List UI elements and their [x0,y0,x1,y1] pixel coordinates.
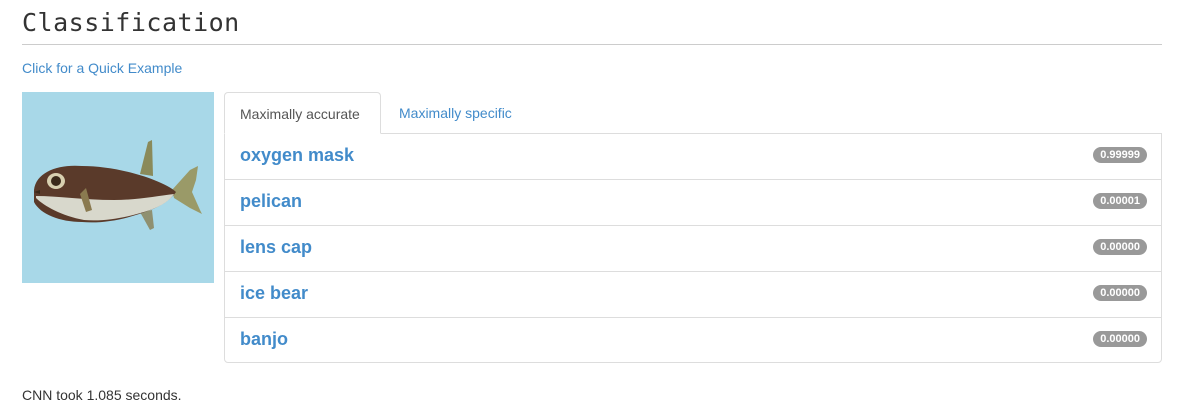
results-list: oxygen mask 0.99999 pelican 0.00001 lens… [224,133,1162,363]
score-badge: 0.00000 [1093,239,1147,255]
input-image [22,92,214,283]
list-item: oxygen mask 0.99999 [225,134,1161,179]
fish-image [22,92,214,283]
timing-text: CNN took 1.085 seconds. [22,387,182,403]
list-item: pelican 0.00001 [225,179,1161,225]
tab-maximally-accurate[interactable]: Maximally accurate [224,92,381,134]
result-tabs: Maximally accurate Maximally specific [224,92,1162,134]
title-divider [22,44,1162,45]
result-label[interactable]: lens cap [240,236,312,258]
result-label[interactable]: ice bear [240,282,308,304]
quick-example-link[interactable]: Click for a Quick Example [22,59,182,77]
tab-maximally-specific[interactable]: Maximally specific [384,92,527,134]
list-item: lens cap 0.00000 [225,225,1161,271]
list-item: banjo 0.00000 [225,317,1161,363]
page-title: Classification [22,8,240,37]
result-label[interactable]: pelican [240,190,302,212]
score-badge: 0.00000 [1093,331,1147,347]
score-badge: 0.99999 [1093,147,1147,163]
score-badge: 0.00001 [1093,193,1147,209]
score-badge: 0.00000 [1093,285,1147,301]
result-label[interactable]: banjo [240,328,288,350]
list-item: ice bear 0.00000 [225,271,1161,317]
result-label[interactable]: oxygen mask [240,144,354,166]
